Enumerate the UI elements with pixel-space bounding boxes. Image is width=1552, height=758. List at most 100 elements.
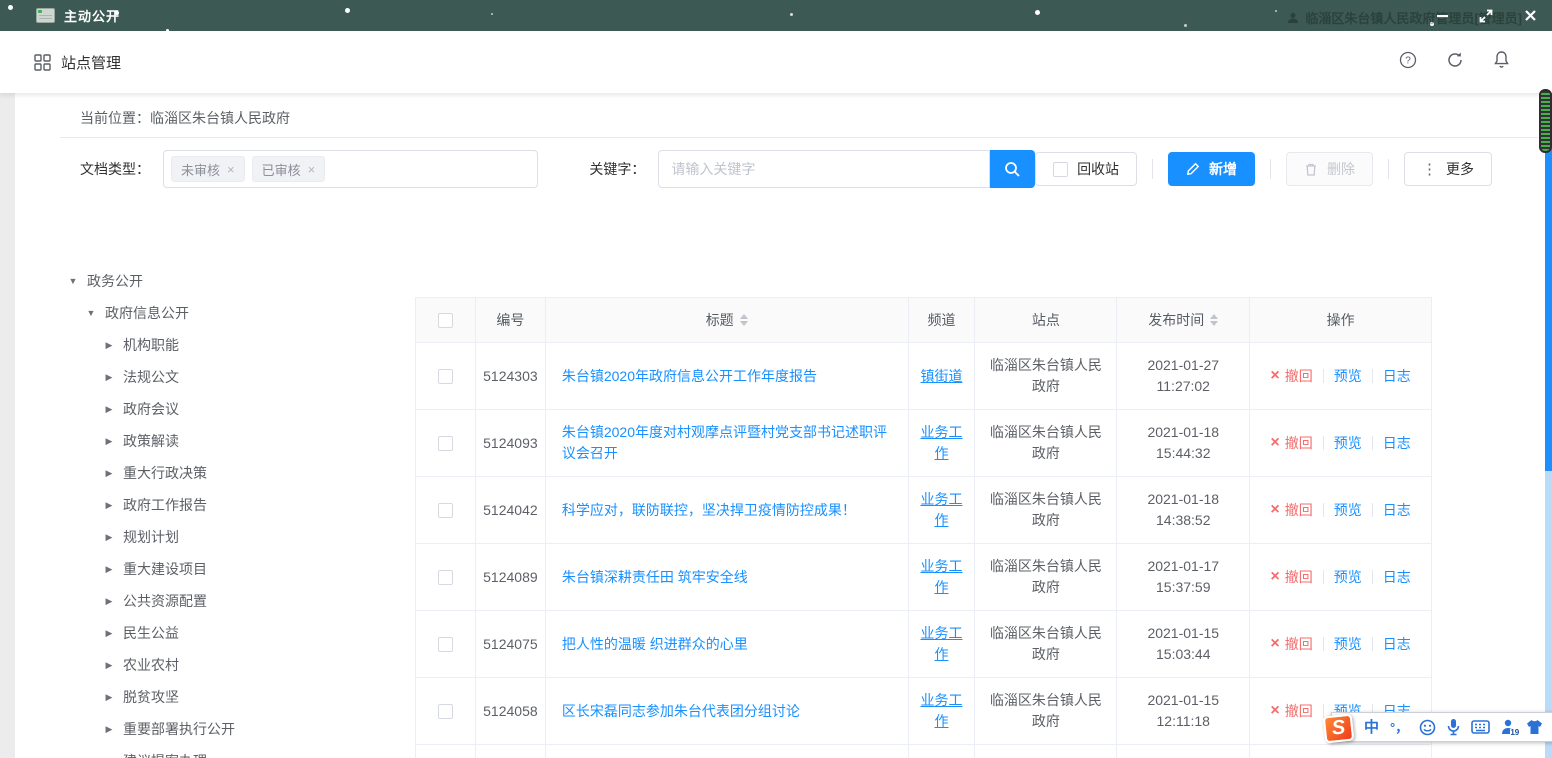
channel-link[interactable]: 镇街道 — [920, 366, 962, 387]
recycle-bin-button[interactable]: 回收站 — [1035, 152, 1137, 186]
user-mode-icon[interactable]: 19 — [1501, 719, 1515, 735]
row-checkbox[interactable] — [438, 436, 453, 451]
sogou-logo-icon[interactable]: S — [1323, 714, 1355, 744]
tree-node-faguigongwen[interactable]: ▶法规公文 — [60, 361, 410, 393]
microphone-icon[interactable] — [1447, 718, 1460, 736]
caret-right-icon[interactable]: ▶ — [102, 404, 116, 415]
row-checkbox[interactable] — [438, 637, 453, 652]
tree-node-zhongdaxingzhengjuece[interactable]: ▶重大行政决策 — [60, 457, 410, 489]
log-button[interactable]: 日志 — [1383, 634, 1411, 655]
column-header-actions: 操作 — [1250, 298, 1432, 343]
skin-shirt-icon[interactable] — [1526, 719, 1543, 735]
log-button[interactable]: 日志 — [1383, 366, 1411, 387]
scrollbar-thumb[interactable] — [1539, 89, 1552, 153]
caret-right-icon[interactable]: ▶ — [102, 340, 116, 351]
caret-right-icon[interactable]: ▶ — [102, 692, 116, 703]
snow-dot — [115, 11, 119, 15]
delete-button[interactable]: 删除 — [1286, 152, 1373, 186]
caret-down-icon[interactable]: ▼ — [66, 276, 80, 286]
doc-type-select[interactable]: 未审核 × 已审核 × — [163, 150, 538, 188]
withdraw-button[interactable]: ×撤回 — [1270, 567, 1312, 588]
doc-title-link[interactable]: 区长宋磊同志参加朱台代表团分组讨论 — [562, 701, 800, 722]
x-icon: × — [1270, 368, 1279, 384]
tree-node-zhengcejiedu[interactable]: ▶政策解读 — [60, 425, 410, 457]
preview-button[interactable]: 预览 — [1334, 366, 1362, 387]
preview-button[interactable]: 预览 — [1334, 433, 1362, 454]
doc-title-link[interactable]: 朱台镇2020年度对村观摩点评暨村党支部书记述职评议会召开 — [562, 422, 892, 464]
keyboard-icon[interactable] — [1471, 720, 1490, 734]
caret-right-icon[interactable]: ▶ — [102, 564, 116, 575]
close-icon[interactable] — [1508, 0, 1552, 31]
caret-right-icon[interactable]: ▶ — [102, 628, 116, 639]
tree-node-zhongyaobushuzhixinggongkai[interactable]: ▶重要部署执行公开 — [60, 713, 410, 745]
keyword-input[interactable] — [658, 150, 990, 188]
add-button[interactable]: 新增 — [1168, 152, 1255, 186]
doc-title-link[interactable]: 把人性的温暖 织进群众的心里 — [562, 634, 748, 655]
row-checkbox[interactable] — [438, 704, 453, 719]
row-checkbox[interactable] — [438, 503, 453, 518]
row-checkbox[interactable] — [438, 369, 453, 384]
caret-right-icon[interactable]: ▶ — [102, 596, 116, 607]
tree-node-zhengfugongzuobaogao[interactable]: ▶政府工作报告 — [60, 489, 410, 521]
tree-node-gonggongziyuanpeizhi[interactable]: ▶公共资源配置 — [60, 585, 410, 617]
caret-right-icon[interactable]: ▶ — [102, 436, 116, 447]
remove-tag-icon[interactable]: × — [227, 162, 235, 177]
refresh-icon[interactable] — [1446, 51, 1464, 74]
doc-title-link[interactable]: 科学应对，联防联控，坚决捍卫疫情防控成果！ — [562, 500, 856, 521]
caret-down-icon[interactable]: ▼ — [84, 308, 98, 318]
withdraw-button[interactable]: ×撤回 — [1270, 500, 1312, 521]
tree-node-jianyitianbanli[interactable]: ▶建议提案办理 — [60, 745, 410, 758]
tree-node-zhongdajianshexiangmu[interactable]: ▶重大建设项目 — [60, 553, 410, 585]
doc-title-link[interactable]: 朱台镇深耕责任田 筑牢安全线 — [562, 567, 748, 588]
channel-link[interactable]: 业务工作 — [914, 556, 970, 598]
tree-node-jigouzhineng[interactable]: ▶机构职能 — [60, 329, 410, 361]
withdraw-button[interactable]: ×撤回 — [1270, 366, 1312, 387]
tree-node-tuopingongjian[interactable]: ▶脱贫攻坚 — [60, 681, 410, 713]
log-button[interactable]: 日志 — [1383, 433, 1411, 454]
remove-tag-icon[interactable]: × — [308, 162, 316, 177]
withdraw-button[interactable]: ×撤回 — [1270, 433, 1312, 454]
channel-link[interactable]: 业务工作 — [914, 623, 970, 665]
doc-title-link[interactable]: 朱台镇2020年政府信息公开工作年度报告 — [562, 366, 817, 387]
tree-node-zhengwugongkai[interactable]: ▼政务公开 — [60, 265, 410, 297]
sort-icon[interactable] — [740, 314, 748, 326]
preview-button[interactable]: 预览 — [1334, 634, 1362, 655]
preview-button[interactable]: 预览 — [1334, 500, 1362, 521]
search-button[interactable] — [990, 150, 1035, 188]
tree-node-nongyenongcun[interactable]: ▶农业农村 — [60, 649, 410, 681]
notification-bell-icon[interactable] — [1493, 50, 1510, 74]
withdraw-button[interactable]: ×撤回 — [1270, 634, 1312, 655]
maximize-button[interactable] — [1464, 0, 1508, 31]
log-button[interactable]: 日志 — [1383, 500, 1411, 521]
ime-punctuation-toggle[interactable]: °， — [1390, 721, 1408, 734]
caret-right-icon[interactable]: ▶ — [102, 372, 116, 383]
caret-right-icon[interactable]: ▶ — [102, 660, 116, 671]
left-gutter — [0, 93, 15, 758]
ime-language-mode[interactable]: 中 — [1364, 720, 1379, 735]
caret-right-icon[interactable]: ▶ — [102, 532, 116, 543]
column-header-title[interactable]: 标题 — [546, 298, 909, 343]
log-button[interactable]: 日志 — [1383, 567, 1411, 588]
page-header: 站点管理 ? — [0, 31, 1552, 93]
select-all-checkbox[interactable] — [438, 313, 453, 328]
channel-link[interactable]: 业务工作 — [914, 422, 970, 464]
emoji-icon[interactable] — [1419, 719, 1436, 736]
minimize-button[interactable] — [1420, 0, 1464, 31]
preview-button[interactable]: 预览 — [1334, 567, 1362, 588]
row-checkbox[interactable] — [438, 570, 453, 585]
more-button[interactable]: ⋮ 更多 — [1404, 152, 1492, 186]
withdraw-button[interactable]: ×撤回 — [1270, 701, 1312, 722]
tree-node-zhengfuxinxigongkai[interactable]: ▼政府信息公开 — [60, 297, 410, 329]
caret-right-icon[interactable]: ▶ — [102, 468, 116, 479]
caret-right-icon[interactable]: ▶ — [102, 724, 116, 735]
channel-link[interactable]: 业务工作 — [914, 690, 970, 732]
column-header-time[interactable]: 发布时间 — [1117, 298, 1250, 343]
tree-node-zhengfuhuiyi[interactable]: ▶政府会议 — [60, 393, 410, 425]
channel-link[interactable]: 业务工作 — [914, 489, 970, 531]
tree-node-minshenggongyi[interactable]: ▶民生公益 — [60, 617, 410, 649]
help-icon[interactable]: ? — [1399, 51, 1417, 74]
sort-icon[interactable] — [1210, 314, 1218, 326]
tree-node-guihuajihua[interactable]: ▶规划计划 — [60, 521, 410, 553]
caret-right-icon[interactable]: ▶ — [102, 500, 116, 511]
recycle-checkbox[interactable] — [1053, 162, 1068, 177]
